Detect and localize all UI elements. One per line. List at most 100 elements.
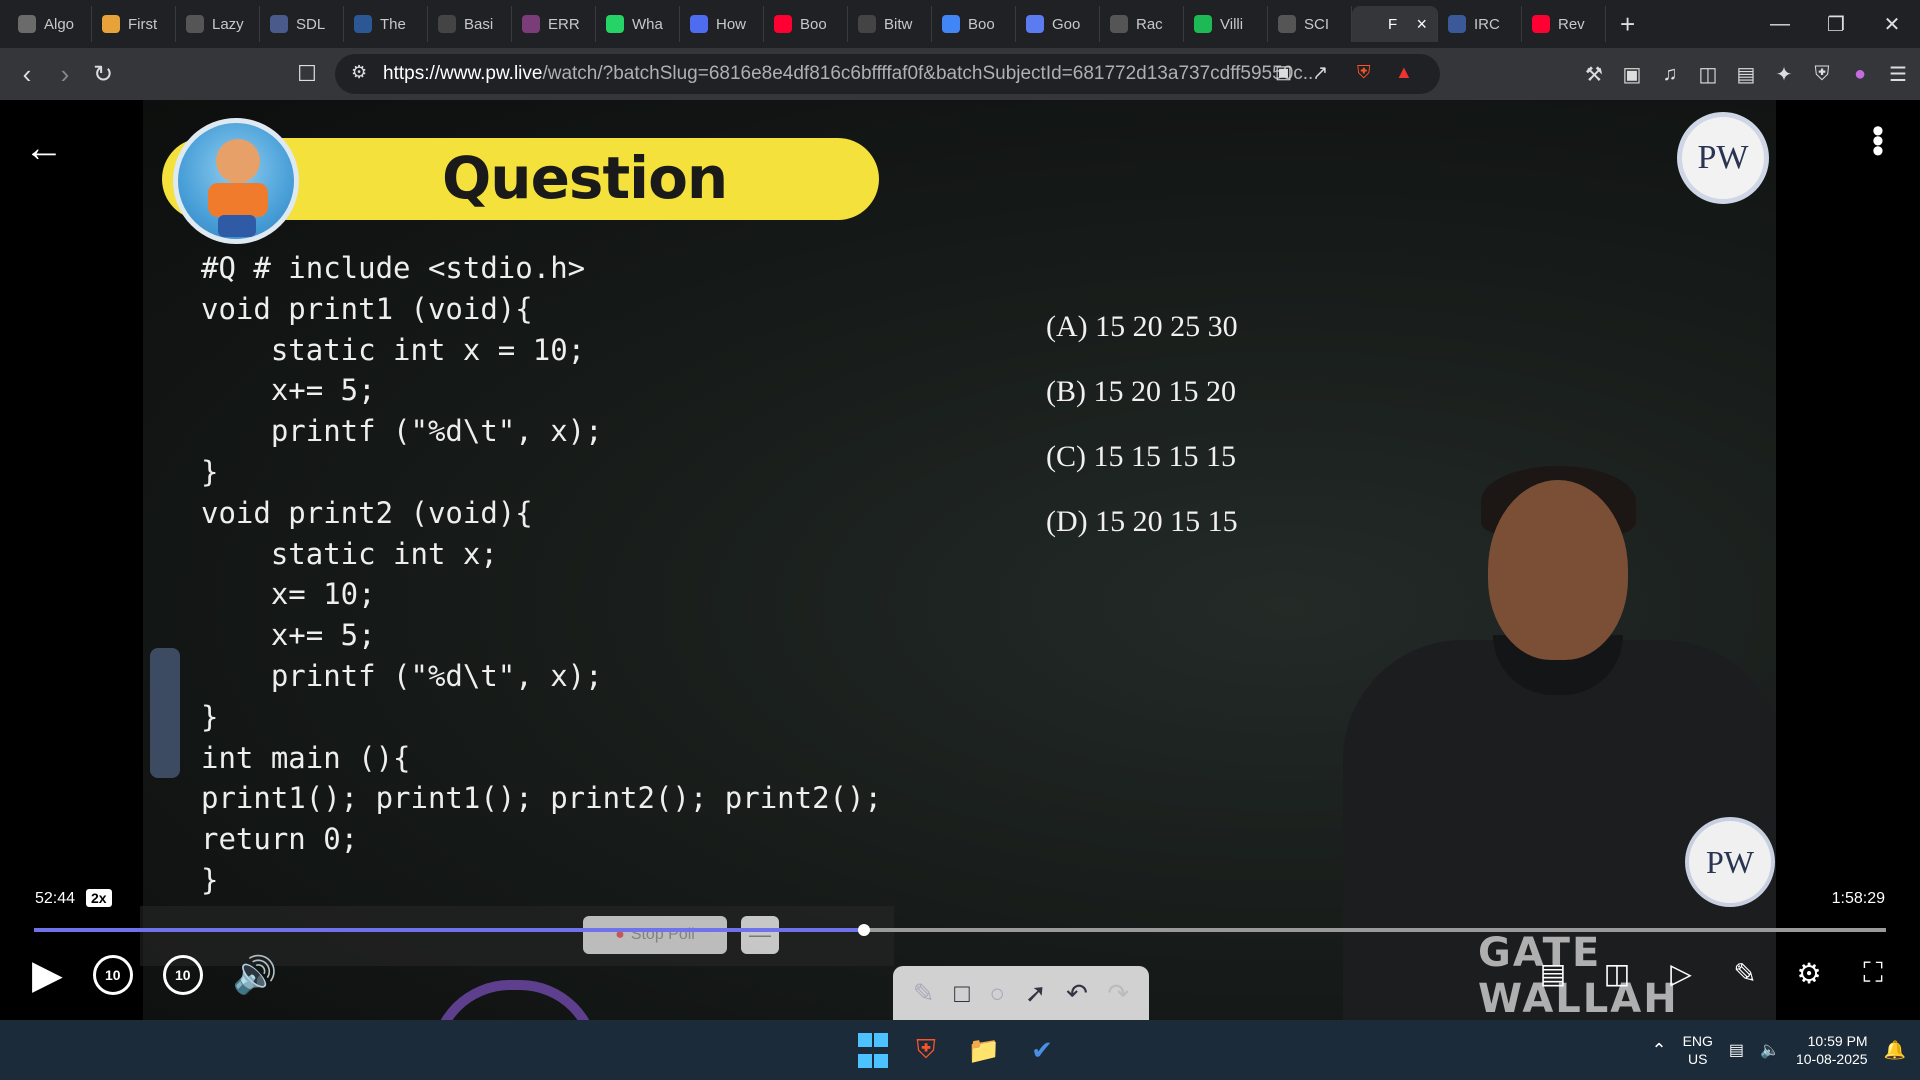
back-arrow-icon[interactable]: ←: [24, 126, 64, 171]
browser-tab[interactable]: IRC: [1438, 6, 1522, 42]
browser-tab[interactable]: ERR: [512, 6, 596, 42]
browser-tab[interactable]: Lazy: [176, 6, 260, 42]
tab-label: Bitw: [884, 15, 913, 33]
site-settings-icon[interactable]: ⚙: [351, 62, 367, 83]
new-tab-button[interactable]: +: [1620, 9, 1635, 40]
browser-tab[interactable]: Villi: [1184, 6, 1268, 42]
browser-tab[interactable]: Goo: [1016, 6, 1100, 42]
speaker-tray-icon[interactable]: 🔈: [1760, 1040, 1780, 1060]
leo-ai-icon[interactable]: ✦: [1772, 56, 1796, 92]
notifications-icon[interactable]: 🔔: [1884, 1040, 1906, 1061]
gemini-icon: [1026, 15, 1044, 33]
stop-poll-button[interactable]: ● Stop Poll: [583, 916, 727, 954]
rectangle-icon[interactable]: □: [954, 978, 970, 1009]
minimize-poll-button[interactable]: —: [741, 916, 779, 954]
network-icon[interactable]: ▤: [1729, 1040, 1744, 1060]
option-c: (C) 15 15 15 15: [1046, 440, 1236, 473]
tab-label: SCI: [1304, 15, 1330, 33]
video-player[interactable]: Question #Q # include <stdio.h> void pri…: [0, 100, 1920, 1020]
reader-mode-icon[interactable]: ▣: [1620, 56, 1644, 92]
browser-tab[interactable]: SCI: [1268, 6, 1352, 42]
brave-shields-icon[interactable]: ⛨: [1357, 62, 1371, 83]
browser-tab[interactable]: Rev: [1522, 6, 1606, 42]
sidebar-icon[interactable]: ◫: [1696, 56, 1720, 92]
menu-icon[interactable]: ☰: [1886, 56, 1910, 92]
cast-icon[interactable]: ▣: [1275, 62, 1292, 83]
restore-icon[interactable]: ❐: [1808, 0, 1864, 48]
tab-label: Algo: [44, 15, 75, 33]
duration: 1:58:29: [1831, 890, 1885, 907]
more-options-icon[interactable]: • • •: [1866, 114, 1890, 168]
windows-start-icon[interactable]: [858, 1030, 888, 1070]
windows-taskbar: ⛨ 📁 ✔ ⌃ ENG US ▤ 🔈 10:59 PM 10-08-2025 🔔: [0, 1020, 1920, 1080]
spotify-icon: [1194, 15, 1212, 33]
playlist-icon[interactable]: ▷: [1662, 954, 1700, 992]
mascot-avatar: [173, 118, 299, 244]
seek-bar[interactable]: [34, 924, 1886, 936]
todo-icon[interactable]: ✔: [1022, 1030, 1062, 1070]
side-panel-handle[interactable]: [150, 648, 180, 778]
language-indicator[interactable]: ENG US: [1683, 1032, 1713, 1068]
pen-icon[interactable]: ✎: [913, 978, 935, 1009]
reload-icon[interactable]: ↻: [84, 55, 122, 93]
redo-icon[interactable]: ↷: [1107, 978, 1129, 1009]
minimize-icon[interactable]: —: [1752, 0, 1808, 48]
rewind-10-icon[interactable]: 10: [92, 955, 133, 995]
file-explorer-icon[interactable]: 📁: [964, 1030, 1004, 1070]
brave-rewards-icon[interactable]: ▲: [1395, 62, 1413, 83]
profile-icon[interactable]: ●: [1848, 56, 1872, 92]
bookmark-icon[interactable]: ☐: [288, 55, 326, 93]
fullscreen-icon[interactable]: ⛶: [1854, 954, 1892, 992]
question-title: Question: [442, 144, 728, 212]
forward-10-icon[interactable]: 10: [162, 955, 203, 995]
arrow-tool-icon[interactable]: ➚: [1025, 978, 1047, 1009]
share-icon[interactable]: ↗: [1313, 62, 1328, 83]
system-tray: ⌃ ENG US ▤ 🔈 10:59 PM 10-08-2025 🔔: [1651, 1020, 1920, 1080]
tab-label: Lazy: [212, 15, 244, 33]
eraser-icon[interactable]: ○: [989, 978, 1005, 1009]
forward-icon[interactable]: ›: [46, 55, 84, 93]
option-b: (B) 15 20 15 20: [1046, 375, 1236, 408]
tab-label: SDL: [296, 15, 326, 33]
language-code: ENG: [1682, 1033, 1713, 1049]
address-bar[interactable]: ⚙ https://www.pw.live/watch/?batchSlug=6…: [335, 54, 1440, 94]
clock[interactable]: 10:59 PM 10-08-2025: [1796, 1032, 1868, 1068]
browser-tab[interactable]: Boo: [932, 6, 1016, 42]
settings-icon[interactable]: ⚙: [1790, 954, 1828, 992]
tab-label: Boo: [968, 15, 995, 33]
url-host: https://www.pw.live: [383, 63, 543, 84]
browser-tab[interactable]: SDL: [260, 6, 344, 42]
back-icon[interactable]: ‹: [8, 55, 46, 93]
close-window-icon[interactable]: ✕: [1864, 0, 1920, 48]
browser-tab[interactable]: Boo: [764, 6, 848, 42]
media-icon[interactable]: ♫: [1658, 56, 1682, 92]
browser-tab[interactable]: Bitw: [848, 6, 932, 42]
pw-logo: PW: [1677, 112, 1769, 204]
whatsapp-icon: [606, 15, 624, 33]
browser-tab[interactable]: How: [680, 6, 764, 42]
volume-icon[interactable]: 🔊: [233, 954, 278, 996]
browser-tab[interactable]: The: [344, 6, 428, 42]
seek-bar-knob[interactable]: [857, 924, 870, 936]
browser-tab[interactable]: Rac: [1100, 6, 1184, 42]
wallet-icon[interactable]: ▤: [1734, 56, 1758, 92]
notes-icon[interactable]: ✎: [1726, 954, 1764, 992]
brave-browser-icon[interactable]: ⛨: [906, 1030, 946, 1070]
vpn-icon[interactable]: ⛨: [1810, 56, 1834, 92]
browser-tab[interactable]: Algo: [8, 6, 92, 42]
play-icon[interactable]: ▶: [32, 952, 63, 998]
extensions-icon[interactable]: ⚒: [1582, 56, 1606, 92]
playback-speed-badge[interactable]: 2x: [86, 889, 112, 907]
current-time: 52:44: [35, 890, 76, 907]
browser-tab[interactable]: Basi: [428, 6, 512, 42]
close-tab-icon[interactable]: ×: [1416, 14, 1427, 35]
browser-tab[interactable]: Wha: [596, 6, 680, 42]
tab-strip: Algo First Lazy SDL The Basi ERR Wha How Boo Bitw B…: [0, 0, 1920, 48]
browser-tab[interactable]: First: [92, 6, 176, 42]
tab-label: F: [1388, 15, 1398, 33]
chat-icon[interactable]: ▤: [1534, 954, 1572, 992]
show-hidden-icons[interactable]: ⌃: [1651, 1040, 1666, 1061]
undo-icon[interactable]: ↶: [1066, 978, 1088, 1009]
translate-icon[interactable]: ◫: [1598, 954, 1636, 992]
browser-tab[interactable]: F ×: [1352, 6, 1438, 42]
